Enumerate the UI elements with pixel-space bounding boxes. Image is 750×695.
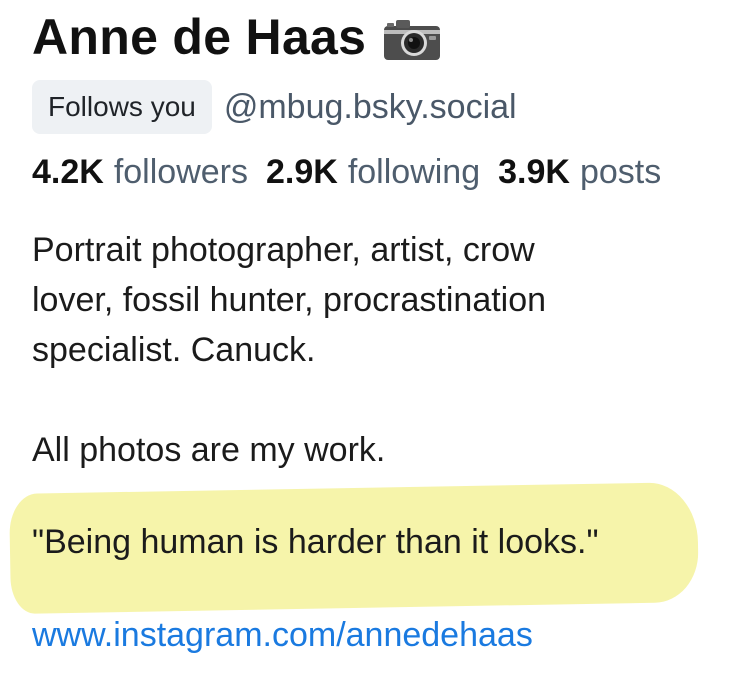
posts-stat[interactable]: 3.9K posts bbox=[498, 153, 679, 191]
bio-spacer bbox=[32, 375, 722, 425]
bio-line: All photos are my work. bbox=[32, 431, 386, 469]
display-name: Anne de Haas bbox=[32, 9, 367, 65]
handle-row: Follows you @mbug.bsky.social bbox=[32, 80, 517, 134]
posts-label: posts bbox=[579, 153, 662, 191]
following-label: following bbox=[347, 153, 481, 191]
name-row: Anne de Haas bbox=[32, 8, 442, 66]
followers-stat[interactable]: 4.2K followers bbox=[32, 153, 266, 191]
following-count: 2.9K bbox=[266, 153, 338, 191]
follows-you-badge: Follows you bbox=[32, 80, 212, 134]
bio-line: lover, fossil hunter, procrastination bbox=[32, 281, 547, 319]
bio-line: Portrait photographer, artist, crow bbox=[32, 231, 535, 269]
following-stat[interactable]: 2.9K following bbox=[266, 153, 498, 191]
bio-line: specialist. Canuck. bbox=[32, 331, 316, 369]
bio: Portrait photographer, artist, crow love… bbox=[32, 225, 722, 475]
profile-handle[interactable]: @mbug.bsky.social bbox=[224, 88, 517, 127]
stats-row: 4.2K followers 2.9K following 3.9K posts bbox=[32, 153, 679, 192]
bio-quote: "Being human is harder than it looks." bbox=[32, 523, 599, 561]
posts-count: 3.9K bbox=[498, 153, 570, 191]
followers-count: 4.2K bbox=[32, 153, 104, 191]
followers-label: followers bbox=[113, 153, 248, 191]
camera-icon bbox=[382, 17, 442, 63]
instagram-link[interactable]: www.instagram.com/annedehaas bbox=[32, 616, 533, 655]
profile-header: Anne de Haas Follows you @mbug.bsky.soci… bbox=[0, 0, 750, 695]
